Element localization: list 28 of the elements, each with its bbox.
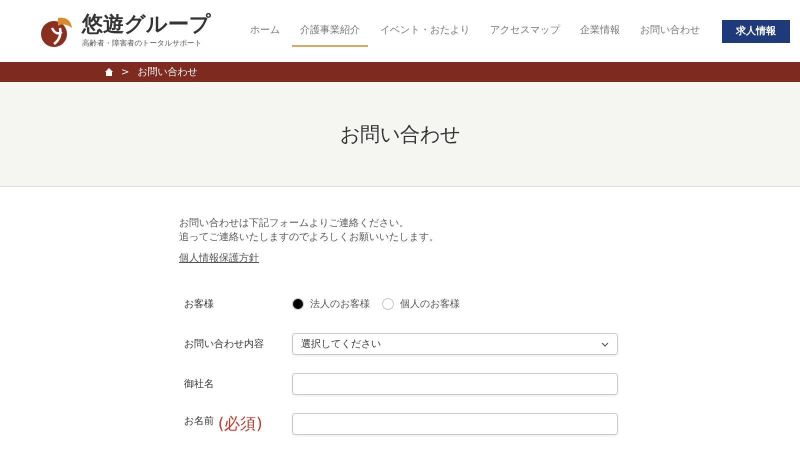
radio-button[interactable]	[292, 298, 304, 310]
radio-label: 法人のお客様	[310, 298, 370, 311]
field-label: お客様	[184, 298, 215, 311]
intro-text: 追ってご連絡いたしますのでよろしくお願いいたします。	[179, 231, 440, 245]
field-label: お名前	[184, 414, 214, 428]
nav-link[interactable]: 介護事業紹介	[292, 15, 368, 47]
required-mark: (必須)	[218, 414, 262, 434]
chevron-down-icon	[601, 342, 609, 346]
logo-name: 悠遊グループ	[82, 12, 212, 36]
input-field[interactable]	[292, 413, 618, 435]
recruit-button[interactable]: 求人情報	[722, 20, 790, 42]
nav-link[interactable]: お問い合わせ	[632, 15, 708, 47]
nav-link[interactable]: ホーム	[242, 15, 288, 47]
field-label: 御社名	[184, 378, 215, 391]
page-title: お問い合わせ	[340, 120, 460, 148]
breadcrumb-separator: >	[121, 66, 130, 78]
select-field[interactable]: 選択してください	[292, 333, 618, 355]
input-field[interactable]	[292, 373, 618, 395]
privacy-link[interactable]: 個人情報保護方針	[179, 251, 259, 265]
nav-link[interactable]: 企業情報	[572, 15, 628, 47]
nav-link[interactable]: アクセスマップ	[482, 15, 568, 47]
radio-button[interactable]	[382, 298, 394, 310]
nav-link[interactable]: イベント・おたより	[372, 15, 478, 47]
breadcrumb-current: お問い合わせ	[137, 66, 198, 79]
field-label: お問い合わせ内容	[184, 338, 265, 351]
home-icon[interactable]	[105, 68, 113, 76]
radio-label: 個人のお客様	[400, 298, 460, 311]
intro-text: お問い合わせは下記フォームよりご連絡ください。	[179, 217, 410, 231]
